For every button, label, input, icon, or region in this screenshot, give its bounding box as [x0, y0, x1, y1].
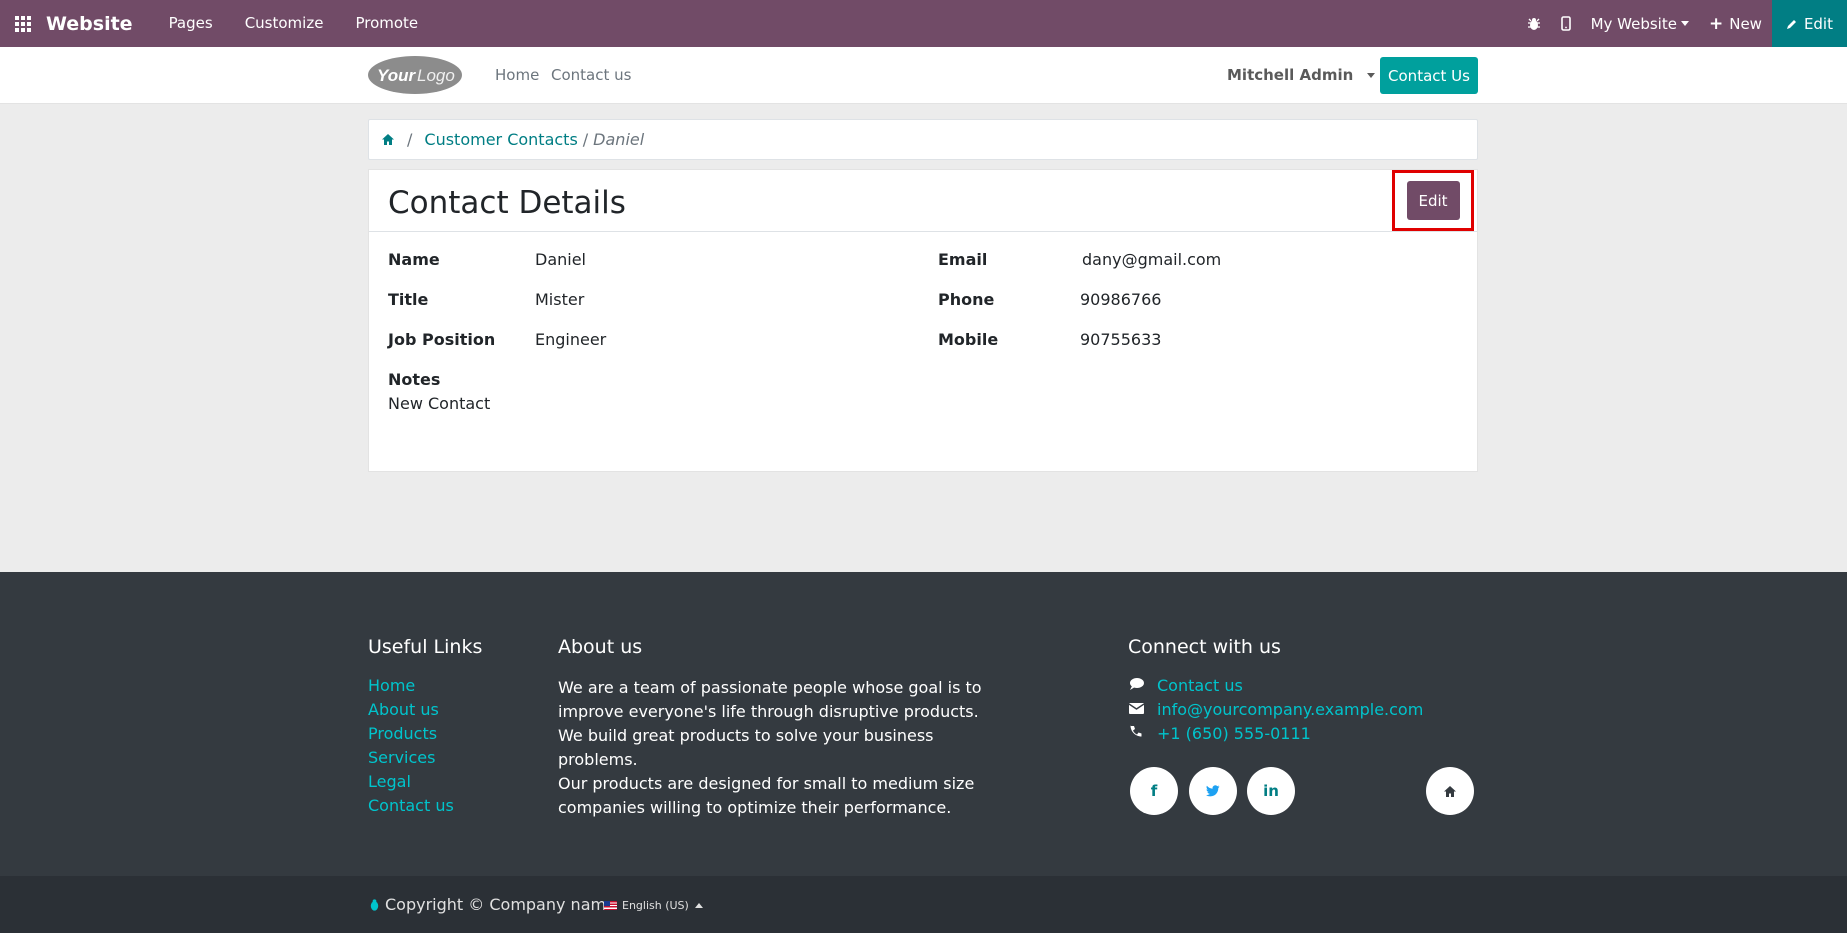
phone-icon: [1129, 725, 1157, 742]
divider: [369, 231, 1477, 232]
footer-email-link[interactable]: info@yourcompany.example.com: [1157, 700, 1423, 719]
footer-phone-link[interactable]: +1 (650) 555-0111: [1157, 724, 1311, 743]
edit-website-label: Edit: [1803, 14, 1833, 33]
edit-button-highlight: Edit: [1392, 170, 1474, 231]
svg-text:Logo: Logo: [417, 66, 455, 85]
new-button[interactable]: + New: [1699, 0, 1772, 47]
envelope-icon: [1128, 702, 1157, 718]
contact-details-card: Contact Details Edit Name Daniel Title M…: [368, 169, 1478, 472]
title-label: Title: [388, 290, 429, 309]
name-value: Daniel: [535, 250, 586, 269]
apps-grid-icon: [15, 15, 31, 32]
footer-link-legal[interactable]: Legal: [368, 772, 411, 791]
mobile-label: Mobile: [938, 330, 999, 349]
menu-promote[interactable]: Promote: [339, 0, 434, 47]
app-brand[interactable]: Website: [46, 13, 133, 35]
breadcrumb: / Customer Contacts / Daniel: [368, 119, 1478, 160]
home-icon[interactable]: [381, 133, 395, 146]
about-us-paragraph-1: We are a team of passionate people whose…: [558, 678, 982, 769]
language-label: English (US): [622, 899, 689, 912]
notes-label: Notes: [388, 370, 441, 389]
chevron-down-icon: [1680, 21, 1689, 26]
email-label: Email: [938, 250, 988, 269]
admin-navbar: Website Pages Customize Promote My Websi…: [0, 0, 1847, 47]
language-selector[interactable]: English (US): [604, 899, 703, 912]
chevron-down-icon: [1366, 73, 1375, 78]
debug-bug-icon[interactable]: [1517, 0, 1551, 47]
twitter-icon[interactable]: [1189, 767, 1237, 815]
menu-customize[interactable]: Customize: [229, 0, 340, 47]
breadcrumb-separator: /: [407, 130, 413, 149]
footer-link-about-us[interactable]: About us: [368, 700, 439, 719]
connect-heading: Connect with us: [1128, 636, 1281, 658]
new-label: New: [1729, 14, 1762, 33]
title-value: Mister: [535, 290, 585, 309]
footer-link-contact-us[interactable]: Contact us: [368, 796, 454, 815]
copyright-text: Copyright © Company name: [385, 895, 616, 914]
name-label: Name: [388, 250, 440, 269]
mobile-preview-icon[interactable]: [1551, 0, 1581, 47]
footer-link-services[interactable]: Services: [368, 748, 435, 767]
page-title: Contact Details: [388, 185, 626, 221]
company-logo[interactable]: Your Logo: [367, 54, 463, 96]
breadcrumb-separator: /: [582, 130, 589, 149]
home-icon[interactable]: [1426, 767, 1474, 815]
phone-label: Phone: [938, 290, 995, 309]
my-website-dropdown[interactable]: My Website: [1581, 0, 1699, 47]
job-position-label: Job Position: [388, 330, 496, 349]
phone-value: 90986766: [1080, 290, 1162, 309]
breadcrumb-customer-contacts[interactable]: Customer Contacts: [424, 130, 577, 149]
about-us-heading: About us: [558, 636, 643, 658]
menu-pages[interactable]: Pages: [153, 0, 229, 47]
us-flag-icon: [604, 901, 617, 910]
apps-menu-button[interactable]: [0, 0, 46, 47]
edit-button[interactable]: Edit: [1406, 181, 1460, 220]
contact-us-button[interactable]: Contact Us: [1380, 57, 1478, 94]
site-footer: Useful Links Home About us Products Serv…: [0, 572, 1847, 876]
footer-link-home[interactable]: Home: [368, 676, 415, 695]
about-us-paragraph-2: Our products are designed for small to m…: [558, 774, 975, 817]
nav-contact-us[interactable]: Contact us: [551, 66, 631, 84]
email-value: dany@gmail.com: [1082, 250, 1222, 269]
mobile-value: 90755633: [1080, 330, 1162, 349]
nav-home[interactable]: Home: [495, 66, 539, 84]
footer-link-products[interactable]: Products: [368, 724, 437, 743]
site-header: Your Logo Home Contact us Mitchell Admin…: [0, 47, 1847, 104]
user-name: Mitchell Admin: [1227, 66, 1354, 84]
plus-icon: +: [1708, 13, 1724, 34]
pencil-icon: [1786, 19, 1796, 29]
my-website-label: My Website: [1590, 14, 1677, 33]
edit-website-button[interactable]: Edit: [1771, 0, 1847, 47]
footer-contact-link[interactable]: Contact us: [1157, 676, 1243, 695]
useful-links-heading: Useful Links: [368, 636, 483, 658]
svg-text:Your: Your: [377, 66, 416, 85]
facebook-icon[interactable]: f: [1130, 767, 1178, 815]
user-menu-dropdown[interactable]: Mitchell Admin: [1227, 66, 1375, 84]
notes-value: New Contact: [388, 394, 491, 413]
comment-icon: [1129, 677, 1157, 695]
breadcrumb-current: Daniel: [593, 130, 645, 149]
linkedin-icon[interactable]: in: [1247, 767, 1295, 815]
job-position-value: Engineer: [535, 330, 607, 349]
copyright-bar: Copyright © Company name English (US): [0, 876, 1847, 933]
bug-icon: [370, 898, 379, 911]
chevron-up-icon: [694, 903, 703, 908]
